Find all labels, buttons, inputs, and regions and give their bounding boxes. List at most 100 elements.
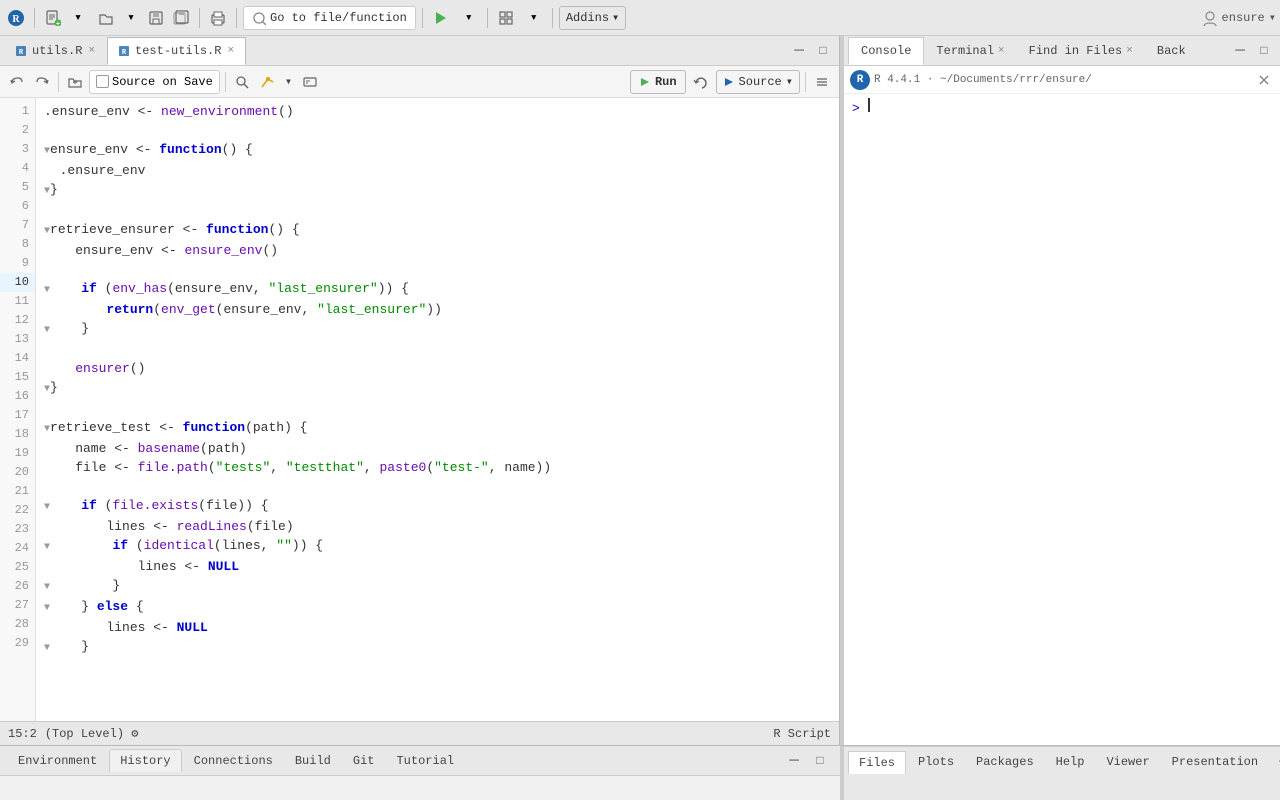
viewer-tab[interactable]: Viewer [1096, 751, 1159, 773]
connections-tab[interactable]: Connections [184, 750, 283, 772]
bottom-tabs: Environment History Connections Build Gi… [0, 746, 840, 776]
code-line-21: ▼ if (file.exists(file)) { [44, 498, 269, 513]
fold-5[interactable]: ▼ [44, 186, 50, 197]
magic-wand-btn[interactable] [256, 70, 278, 94]
source-on-save-checkbox[interactable] [96, 75, 109, 88]
right-bottom-panel: Files Plots Packages Help Viewer Present… [844, 746, 1280, 800]
ln-12: 12 [0, 311, 35, 330]
app-icon[interactable]: R [4, 6, 28, 30]
run-btn[interactable]: Run [630, 70, 686, 94]
code-line-19: file <- file.path("tests", "testthat", p… [44, 460, 551, 475]
ln-7: 7 [0, 216, 35, 235]
addins-btn[interactable]: Addins ▾ [559, 6, 626, 30]
fold-23[interactable]: ▼ [44, 542, 50, 553]
presentation-tab[interactable]: Presentation [1162, 751, 1268, 773]
fold-15[interactable]: ▼ [44, 384, 50, 395]
fold-17[interactable]: ▼ [44, 424, 50, 435]
tab-test-utils-r-label: test-utils.R [135, 44, 221, 58]
build-tab[interactable]: Build [285, 750, 341, 772]
fold-3[interactable]: ▼ [44, 146, 50, 157]
minimize-bottom-btn[interactable]: ─ [782, 749, 806, 773]
source-btn[interactable]: Source ▾ [716, 70, 800, 94]
fold-12[interactable]: ▼ [44, 325, 50, 336]
ln-26: 26 [0, 577, 35, 596]
source-on-save-btn[interactable]: Source on Save [89, 70, 220, 94]
environment-tab[interactable]: Environment [8, 750, 107, 772]
goto-file-btn[interactable]: Go to file/function [243, 6, 416, 30]
run-app-btn[interactable] [429, 6, 453, 30]
cursor-position: 15:2 [8, 727, 37, 741]
new-file-dropdown[interactable]: ▾ [66, 6, 90, 30]
status-bar: 15:2 (Top Level) ⚙ R Script [0, 721, 839, 745]
maximize-console-btn[interactable]: □ [1252, 39, 1276, 63]
grid-layout-btn[interactable] [494, 6, 518, 30]
files-tab[interactable]: Files [848, 751, 906, 774]
sep4 [422, 8, 423, 28]
tab-utils-r[interactable]: R utils.R × [4, 37, 107, 65]
sep2 [199, 8, 200, 28]
fold-26[interactable]: ▼ [44, 603, 50, 614]
search-btn[interactable] [231, 70, 253, 94]
find-in-files-close[interactable]: × [1126, 45, 1133, 57]
undo-btn[interactable] [6, 70, 28, 94]
code-snippets-btn[interactable] [299, 70, 321, 94]
back-tab[interactable]: Back [1145, 37, 1198, 65]
minimize-editor-btn[interactable]: ─ [787, 39, 811, 63]
help-tab[interactable]: Help [1046, 751, 1095, 773]
code-area[interactable]: 1 2 3 4 5 6 7 8 9 10 11 12 13 14 15 16 1 [0, 98, 839, 721]
history-tab[interactable]: History [109, 749, 181, 772]
new-file-btn[interactable]: + [41, 6, 65, 30]
fold-10[interactable]: ▼ [44, 285, 50, 296]
plots-tab[interactable]: Plots [908, 751, 964, 773]
run-app-dropdown[interactable]: ▾ [457, 6, 481, 30]
console-prompt-line: > [852, 98, 1272, 116]
console-content[interactable]: > [844, 94, 1280, 745]
tab-bar: R utils.R × R test-utils.R × ─ □ [0, 36, 839, 66]
console-prompt: > [852, 101, 860, 116]
console-toolbar: R R 4.4.1 · ~/Documents/rrr/ensure/ [844, 66, 1280, 94]
grid-layout-dropdown[interactable]: ▾ [522, 6, 546, 30]
ln-28: 28 [0, 615, 35, 634]
save-all-btn[interactable] [169, 6, 193, 30]
open-file-dropdown[interactable]: ▾ [119, 6, 143, 30]
show-in-folder-btn[interactable] [64, 70, 86, 94]
open-file-btn[interactable] [94, 6, 118, 30]
redo-btn[interactable] [31, 70, 53, 94]
fold-21[interactable]: ▼ [44, 502, 50, 513]
code-content[interactable]: .ensure_env <- new_environment() ▼ensure… [36, 98, 839, 721]
fold-7[interactable]: ▼ [44, 226, 50, 237]
packages-tab[interactable]: Packages [966, 751, 1044, 773]
git-tab[interactable]: Git [343, 750, 385, 772]
editor-options-btn[interactable] [811, 70, 833, 94]
save-btn[interactable] [144, 6, 168, 30]
ln-22: 22 [0, 501, 35, 520]
fold-28[interactable]: ▼ [44, 643, 50, 654]
ln-18: 18 [0, 425, 35, 444]
tab-test-utils-r-close[interactable]: × [226, 45, 235, 57]
tab-utils-r-close[interactable]: × [87, 45, 96, 57]
find-in-files-tab[interactable]: Find in Files × [1017, 37, 1145, 65]
rerun-btn[interactable] [689, 70, 713, 94]
sep5 [487, 8, 488, 28]
project-name: ensure [1222, 11, 1265, 25]
tab-test-utils-r[interactable]: R test-utils.R × [107, 37, 246, 65]
fold-25[interactable]: ▼ [44, 582, 50, 593]
r-logo: R [850, 70, 870, 90]
ln-10: 10 [0, 273, 35, 292]
code-line-25: ▼ } [44, 578, 120, 593]
terminal-tab[interactable]: Terminal × [924, 37, 1016, 65]
minimize-right-bottom-btn[interactable]: ─ [1272, 750, 1280, 774]
terminal-tab-label: Terminal [936, 44, 994, 58]
print-btn[interactable] [206, 6, 230, 30]
maximize-bottom-btn[interactable]: □ [808, 749, 832, 773]
maximize-editor-btn[interactable]: □ [811, 39, 835, 63]
tutorial-tab[interactable]: Tutorial [386, 750, 464, 772]
minimize-console-btn[interactable]: ─ [1228, 39, 1252, 63]
code-line-17: ▼retrieve_test <- function(path) { [44, 420, 307, 435]
code-line-8: ensure_env <- ensure_env() [44, 243, 278, 258]
terminal-tab-close[interactable]: × [998, 45, 1005, 57]
clear-console-btn[interactable] [1254, 68, 1274, 92]
console-tab[interactable]: Console [848, 37, 924, 65]
file-tools: + ▾ [41, 6, 90, 30]
magic-wand-dropdown[interactable]: ▾ [281, 70, 296, 94]
